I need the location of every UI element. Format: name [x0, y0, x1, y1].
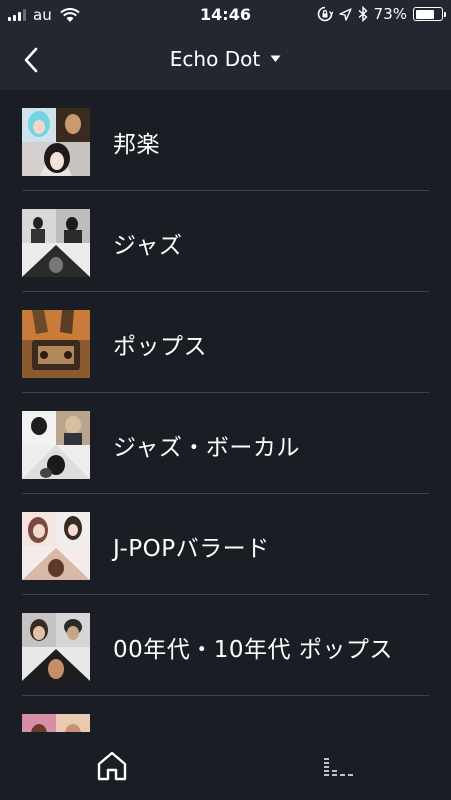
album-art [22, 310, 90, 378]
station-label: J-POPバラード [113, 536, 270, 562]
list-item[interactable]: 00年代・10年代 ポップス [0, 595, 451, 696]
station-label: 邦楽 [113, 132, 160, 158]
station-label: ポップス [113, 334, 207, 360]
status-bar: au 14:46 73% [0, 0, 451, 30]
tab-bar [0, 732, 451, 800]
device-title: Echo Dot [169, 47, 261, 71]
album-art [22, 714, 90, 732]
nav-bar: Echo Dot [0, 30, 451, 90]
station-label: ジャズ [113, 233, 183, 259]
list-item[interactable]: ジャズ・ボーカル [0, 393, 451, 494]
location-icon [338, 7, 352, 21]
list-item[interactable]: ジャズ [0, 191, 451, 292]
station-label: ジャズ・ボーカル [113, 435, 300, 461]
album-art [22, 613, 90, 681]
rotation-lock-icon [317, 6, 333, 22]
bluetooth-icon [358, 6, 368, 22]
caret-down-icon [270, 55, 281, 62]
station-list: 邦楽 ジャズ ポップス ジャズ・ボーカル J-POPバラード 00年代・10年代… [0, 90, 451, 732]
list-item[interactable]: J-POPバラード [0, 494, 451, 595]
home-icon [97, 751, 127, 781]
album-art [22, 108, 90, 176]
now-playing-icon [324, 758, 353, 776]
device-selector[interactable]: Echo Dot [0, 47, 451, 71]
list-item[interactable]: ポップス [0, 292, 451, 393]
list-item[interactable] [0, 696, 451, 732]
battery-fill [415, 9, 434, 19]
battery-percent: 73% [373, 5, 407, 23]
station-label: 00年代・10年代 ポップス [113, 637, 393, 663]
tab-home[interactable] [92, 746, 132, 786]
tab-now-playing[interactable] [318, 746, 358, 786]
battery-icon [413, 7, 446, 21]
album-art [22, 512, 90, 580]
album-art [22, 411, 90, 479]
album-art [22, 209, 90, 277]
status-right: 73% [317, 5, 446, 23]
list-item[interactable]: 邦楽 [0, 90, 451, 191]
